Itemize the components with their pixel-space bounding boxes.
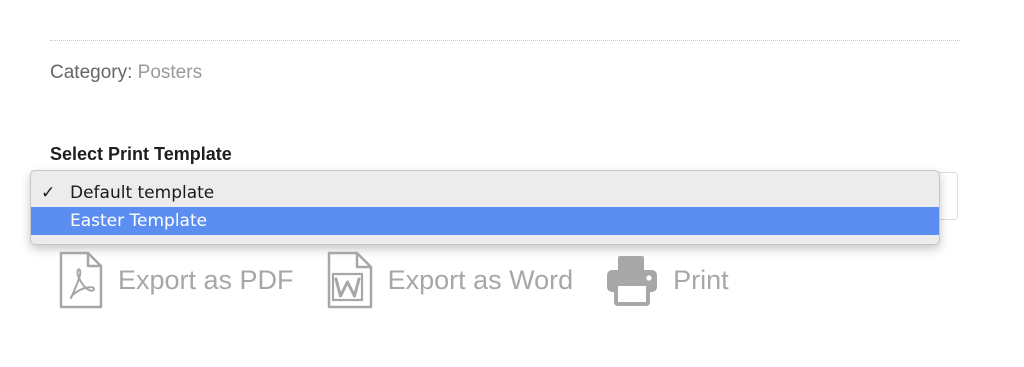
export-word-button[interactable]: Export as Word xyxy=(326,251,574,309)
option-default-template[interactable]: ✓ Default template xyxy=(31,179,939,207)
checkmark-icon: ✓ xyxy=(41,183,56,203)
print-label: Print xyxy=(673,264,729,295)
option-label: Default template xyxy=(70,183,215,203)
category-line: Category: Posters xyxy=(50,60,202,86)
pdf-file-icon xyxy=(58,251,104,309)
section-divider xyxy=(50,40,960,41)
option-label: Easter Template xyxy=(70,211,208,231)
export-actions: Export as PDF Export as Word Print xyxy=(58,248,761,312)
export-word-label: Export as Word xyxy=(387,264,574,295)
word-file-icon xyxy=(326,251,374,309)
category-value: Posters xyxy=(137,62,203,83)
printer-icon xyxy=(605,254,659,306)
select-print-template-label: Select Print Template xyxy=(50,144,232,164)
export-pdf-button[interactable]: Export as PDF xyxy=(58,251,294,309)
print-button[interactable]: Print xyxy=(605,254,729,306)
template-dropdown-menu[interactable]: ✓ Default template Easter Template xyxy=(30,170,940,245)
category-label: Category: xyxy=(50,62,133,83)
export-pdf-label: Export as PDF xyxy=(118,264,294,295)
option-easter-template[interactable]: Easter Template xyxy=(31,207,939,235)
